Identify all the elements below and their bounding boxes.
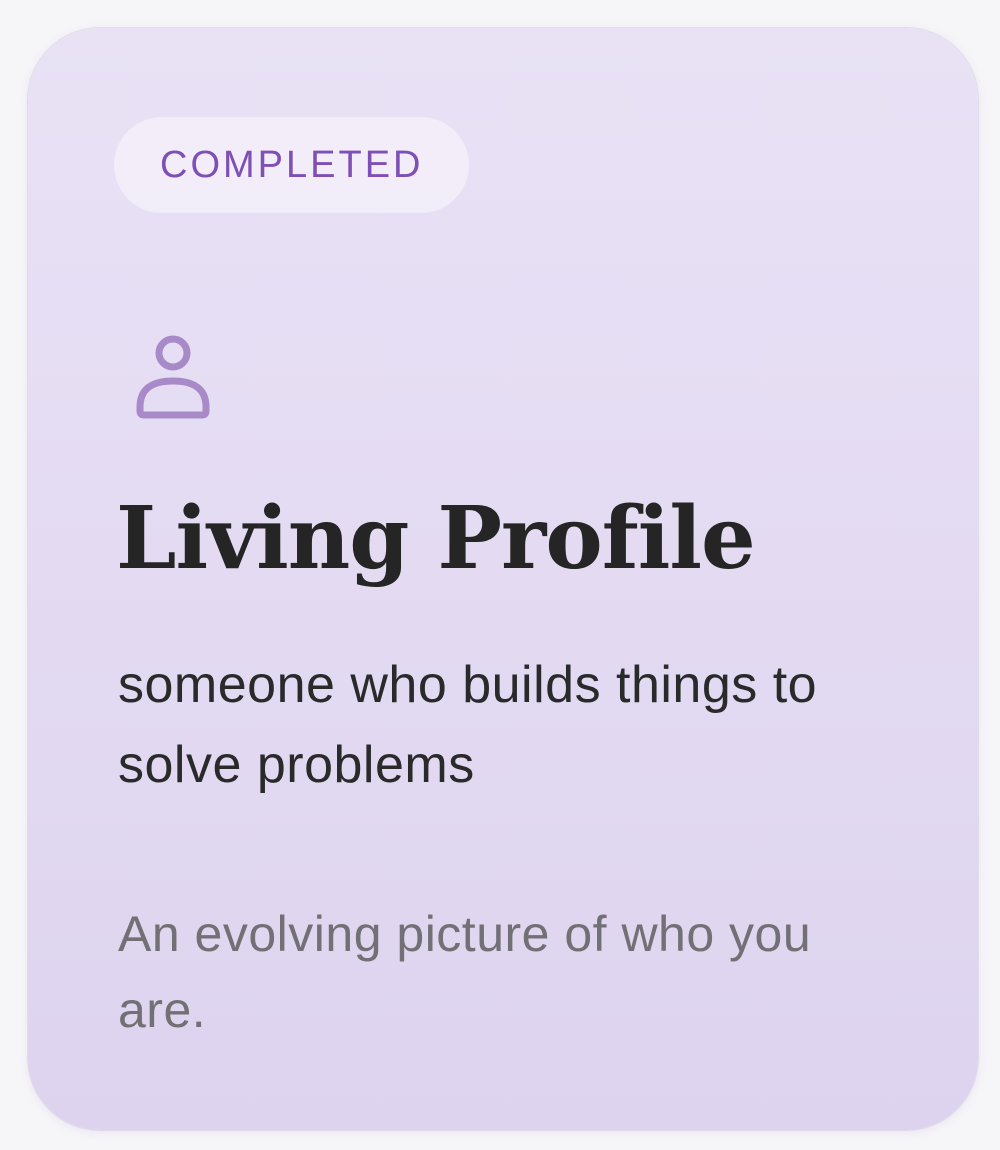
page-title: Living Profile [116, 488, 756, 589]
status-badge: COMPLETED [114, 117, 470, 213]
status-label: COMPLETED [160, 144, 424, 186]
profile-subtitle: someone who builds things to solve probl… [118, 656, 818, 794]
person-icon [136, 335, 210, 419]
living-profile-card[interactable]: COMPLETED Living Profile someone who bui… [28, 28, 978, 1130]
profile-description: An evolving picture of who you are. [118, 906, 812, 1038]
